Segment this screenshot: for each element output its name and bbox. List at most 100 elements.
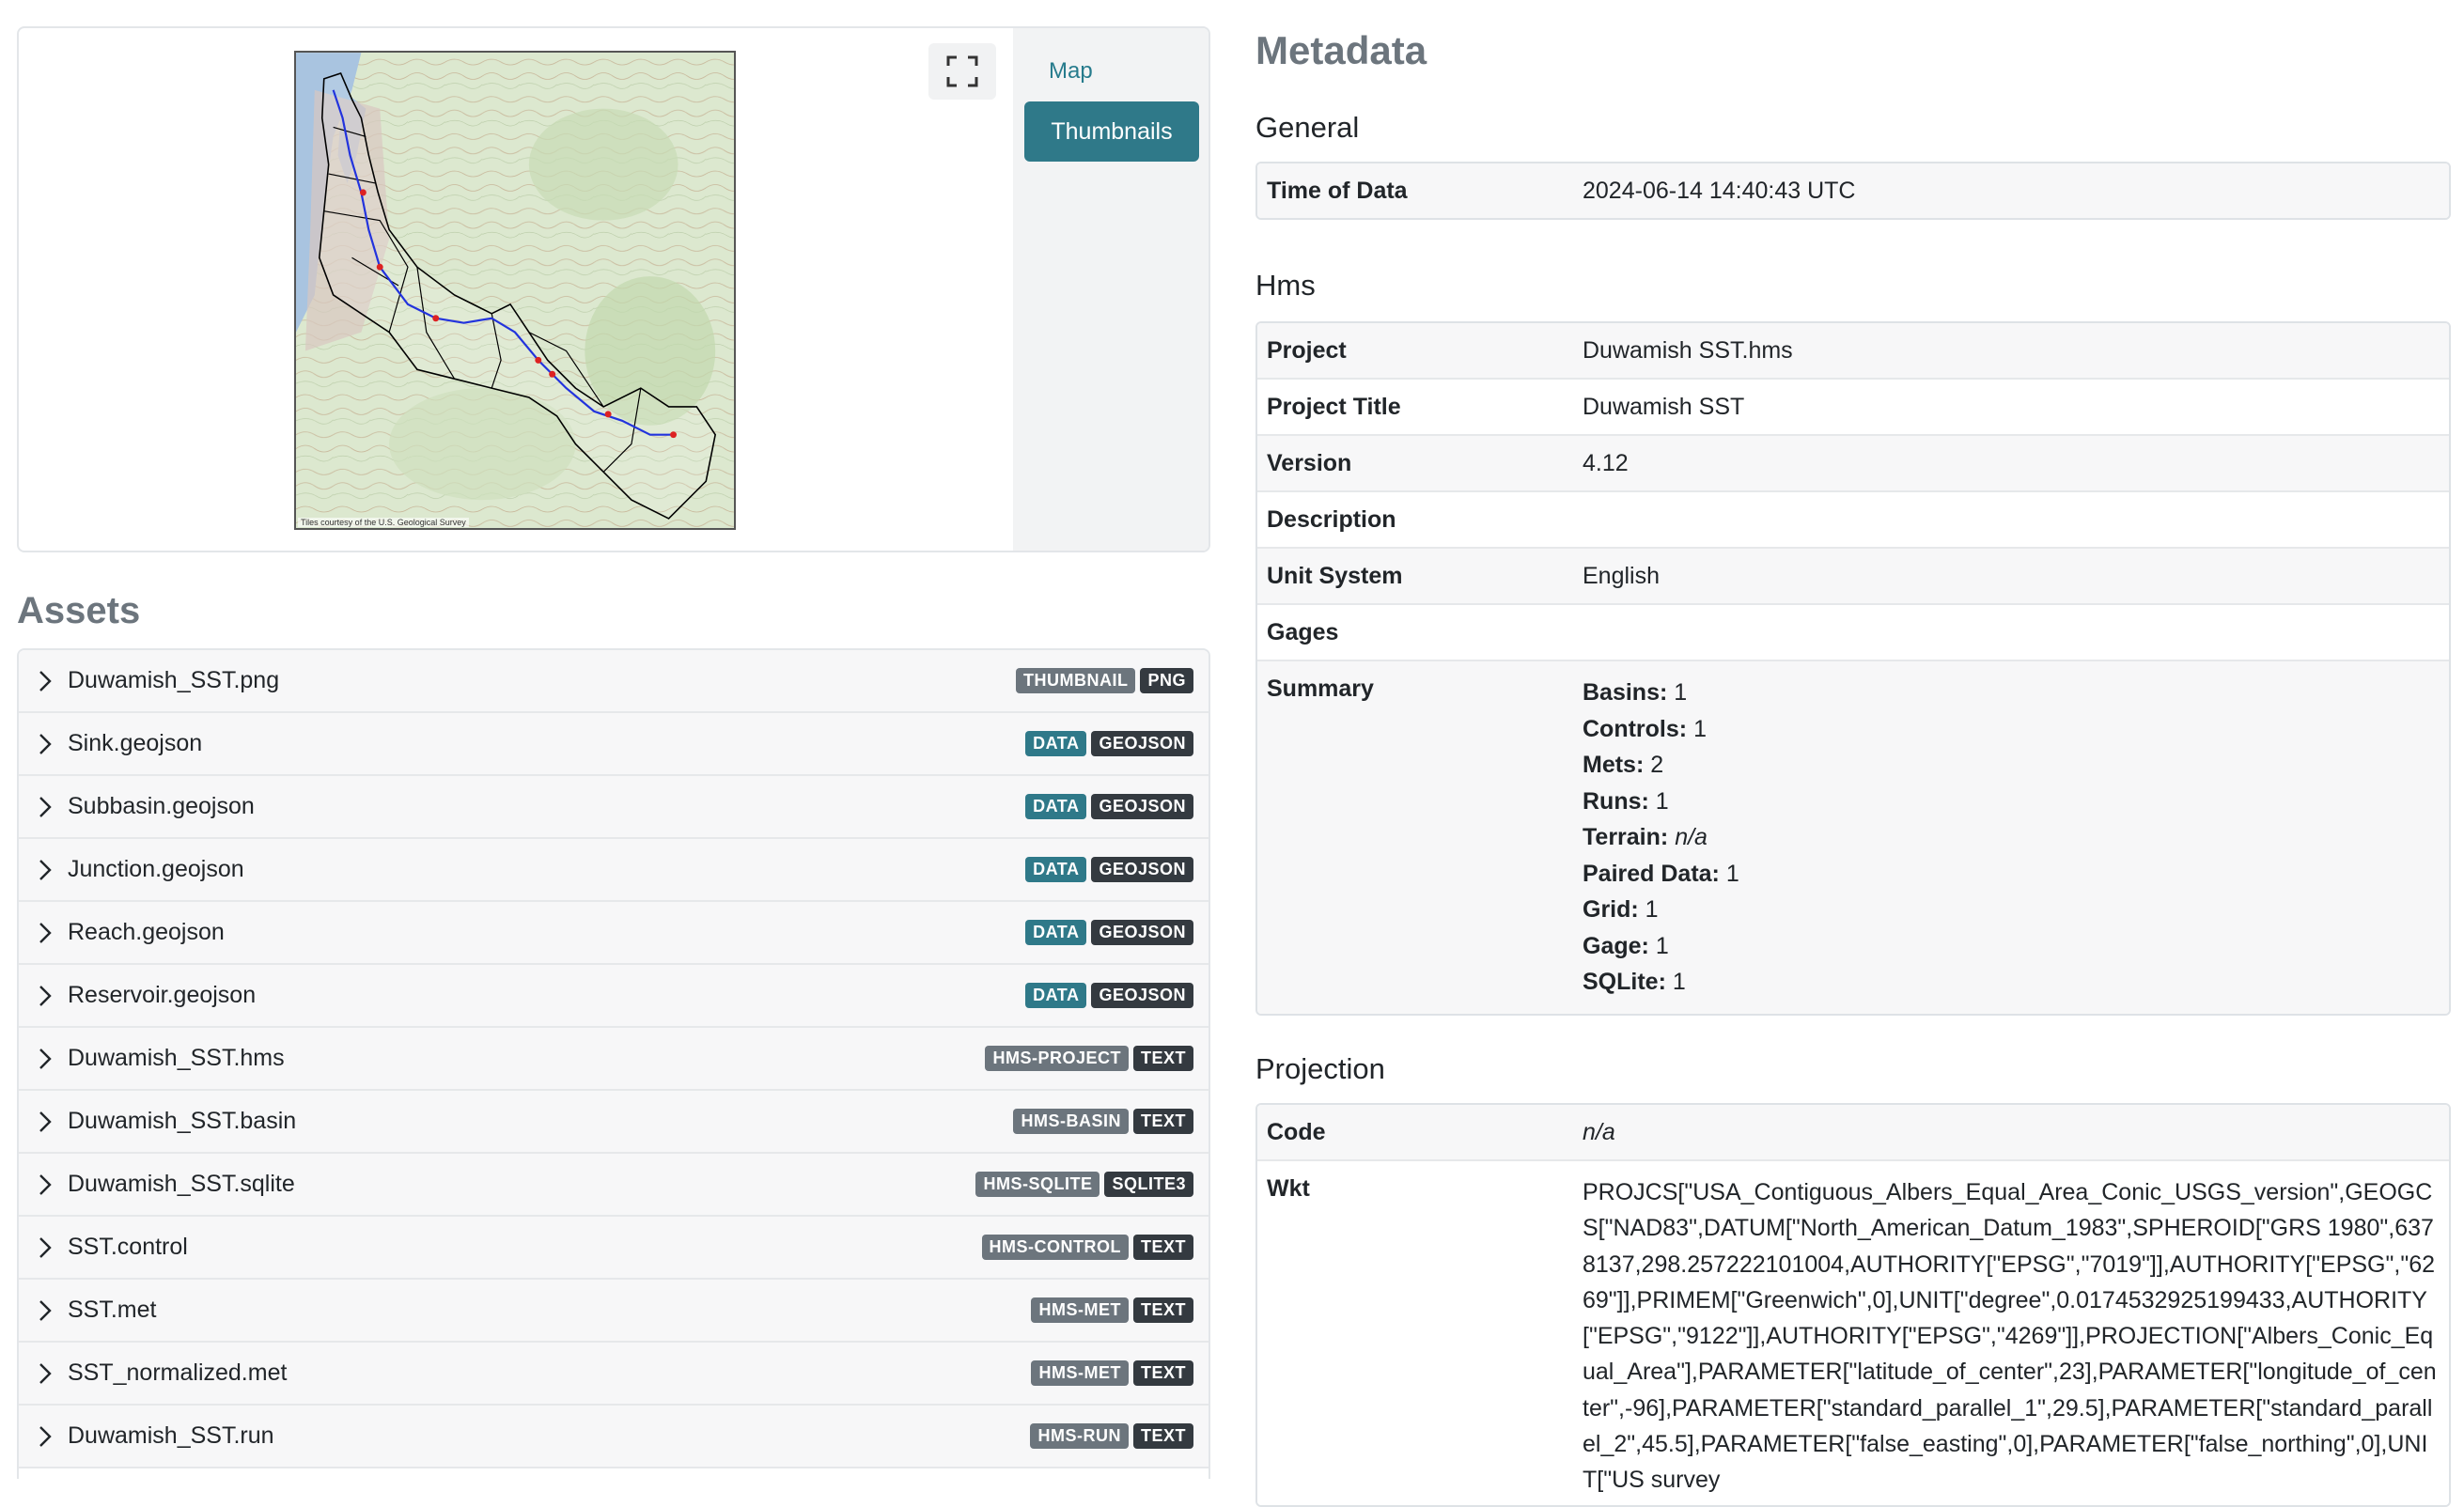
summary-item: Grid: 1 <box>1583 892 2440 928</box>
asset-row[interactable]: Subbasin.geojson DATA GEOJSON <box>19 776 1209 839</box>
asset-badge: HMS-MET <box>1031 1360 1129 1386</box>
asset-badges: THUMBNAIL PNG <box>1016 668 1193 693</box>
summary-value: 1 <box>1645 896 1659 923</box>
summary-value: 2 <box>1650 752 1664 778</box>
projection-table: Code n/a Wkt PROJCS["USA_Contiguous_Albe… <box>1255 1103 2451 1507</box>
asset-row[interactable]: SST.met HMS-MET TEXT <box>19 1280 1209 1343</box>
meta-value <box>1573 492 2449 547</box>
meta-key: Description <box>1267 506 1396 533</box>
summary-key: Gage: <box>1583 932 1649 959</box>
meta-key: Version <box>1267 450 1352 476</box>
asset-badge: TEXT <box>1132 1046 1193 1071</box>
summary-value: 1 <box>1672 969 1686 995</box>
metadata-title: Metadata <box>1255 28 1427 72</box>
asset-badge: DATA <box>1025 920 1087 945</box>
wkt-value: PROJCS["USA_Contiguous_Albers_Equal_Area… <box>1583 1179 2437 1494</box>
chevron-right-icon[interactable] <box>38 1299 58 1321</box>
asset-badge: TEXT <box>1132 1423 1193 1449</box>
summary-key: Mets: <box>1583 752 1645 778</box>
chevron-right-icon[interactable] <box>38 733 58 754</box>
chevron-right-icon[interactable] <box>38 1425 58 1447</box>
fullscreen-icon <box>946 55 978 87</box>
asset-row[interactable]: SST_normalized.met HMS-MET TEXT <box>19 1343 1209 1406</box>
asset-row[interactable]: Duwamish_SST.sqlite HMS-SQLITE SQLITE3 <box>19 1154 1209 1217</box>
meta-value: 2024-06-14 14:40:43 UTC <box>1583 178 1856 204</box>
asset-badge: GEOJSON <box>1091 794 1193 819</box>
general-table: Time of Data 2024-06-14 14:40:43 UTC <box>1255 162 2451 220</box>
projection-heading: Projection <box>1255 1052 1385 1085</box>
meta-row-project: Project Duwamish SST.hms <box>1257 323 2449 380</box>
chevron-right-icon[interactable] <box>38 1048 58 1069</box>
asset-row[interactable]: Reach.geojson DATA GEOJSON <box>19 902 1209 965</box>
asset-row[interactable]: Junction.geojson DATA GEOJSON <box>19 839 1209 902</box>
meta-row-code: Code n/a <box>1257 1105 2449 1161</box>
meta-row-description: Description <box>1257 492 2449 549</box>
asset-badge: TEXT <box>1132 1235 1193 1260</box>
asset-badges: DATA GEOJSON <box>1025 794 1193 819</box>
chevron-right-icon[interactable] <box>38 796 58 817</box>
asset-badge: DATA <box>1025 983 1087 1008</box>
meta-row-unit-system: Unit System English <box>1257 549 2449 605</box>
chevron-right-icon[interactable] <box>38 1111 58 1132</box>
asset-name: Subbasin.geojson <box>68 793 255 819</box>
asset-badge: THUMBNAIL <box>1016 668 1136 693</box>
meta-value: Duwamish SST.hms <box>1583 337 1793 364</box>
asset-badges: DATA GEOJSON <box>1025 857 1193 882</box>
summary-value: 1 <box>1655 787 1669 815</box>
meta-key: Time of Data <box>1267 178 1408 204</box>
general-heading: General <box>1255 111 1360 144</box>
asset-badge: GEOJSON <box>1091 983 1193 1008</box>
asset-badge: HMS-CONTROL <box>981 1235 1129 1260</box>
summary-item: SQLite: 1 <box>1583 964 2440 1001</box>
meta-value: English <box>1583 563 1660 589</box>
summary-item: Mets: 2 <box>1583 747 2440 784</box>
asset-row[interactable]: Sink.geojson DATA GEOJSON <box>19 713 1209 776</box>
assets-title: Assets <box>17 590 141 631</box>
summary-key: SQLite: <box>1583 969 1666 995</box>
chevron-right-icon[interactable] <box>38 1362 58 1384</box>
asset-row[interactable]: Duwamish_SST.run HMS-RUN TEXT <box>19 1406 1209 1468</box>
asset-name: Duwamish_SST.sqlite <box>68 1171 295 1197</box>
thumbnail-image: Tiles courtesy of the U.S. Geological Su… <box>294 51 736 530</box>
chevron-right-icon[interactable] <box>38 985 58 1006</box>
summary-item: Basins: 1 <box>1583 675 2440 711</box>
chevron-right-icon[interactable] <box>38 670 58 691</box>
summary-item: Gage: 1 <box>1583 928 2440 965</box>
tab-thumbnails[interactable]: Thumbnails <box>1024 101 1199 162</box>
tab-map[interactable]: Map <box>1024 45 1199 98</box>
asset-name: Duwamish_SST.run <box>68 1422 274 1449</box>
chevron-right-icon[interactable] <box>38 1173 58 1195</box>
chevron-right-icon[interactable] <box>38 1236 58 1258</box>
asset-badge: HMS-MET <box>1031 1297 1129 1323</box>
asset-row[interactable]: Duwamish_SST.basin HMS-BASIN TEXT <box>19 1091 1209 1154</box>
meta-row-wkt: Wkt PROJCS["USA_Contiguous_Albers_Equal_… <box>1257 1161 2449 1505</box>
summary-value: 1 <box>1725 860 1739 887</box>
asset-name: Duwamish_SST.basin <box>68 1108 297 1134</box>
asset-row[interactable]: Duwamish_SST.png THUMBNAIL PNG <box>19 650 1209 713</box>
meta-key: Summary <box>1267 676 1374 702</box>
asset-badges: DATA GEOJSON <box>1025 983 1193 1008</box>
asset-name: Junction.geojson <box>68 856 244 882</box>
asset-badges: HMS-RUN TEXT <box>1030 1423 1193 1449</box>
preview-tabs: Map Thumbnails <box>1013 28 1209 551</box>
preview-card: Tiles courtesy of the U.S. Geological Su… <box>17 26 1210 552</box>
fullscreen-button[interactable] <box>928 43 996 100</box>
asset-badge: TEXT <box>1132 1297 1193 1323</box>
asset-badge: HMS-PROJECT <box>985 1046 1129 1071</box>
asset-name: Reach.geojson <box>68 919 225 945</box>
asset-row[interactable]: Duwamish_SST.hms HMS-PROJECT TEXT <box>19 1028 1209 1091</box>
asset-badge: TEXT <box>1132 1109 1193 1134</box>
asset-badges: DATA GEOJSON <box>1025 731 1193 756</box>
meta-value <box>1573 605 2449 660</box>
asset-row[interactable]: SST.control HMS-CONTROL TEXT <box>19 1217 1209 1280</box>
meta-row-project-title: Project Title Duwamish SST <box>1257 380 2449 436</box>
asset-name: Duwamish_SST.png <box>68 667 280 693</box>
asset-badges: HMS-CONTROL TEXT <box>981 1235 1193 1260</box>
chevron-right-icon[interactable] <box>38 859 58 880</box>
asset-row[interactable]: Reservoir.geojson DATA GEOJSON <box>19 965 1209 1028</box>
code-value: n/a <box>1583 1119 1615 1145</box>
meta-key: Unit System <box>1267 563 1403 589</box>
chevron-right-icon[interactable] <box>38 922 58 943</box>
meta-value: 4.12 <box>1583 450 1629 476</box>
meta-row-gages: Gages <box>1257 605 2449 661</box>
